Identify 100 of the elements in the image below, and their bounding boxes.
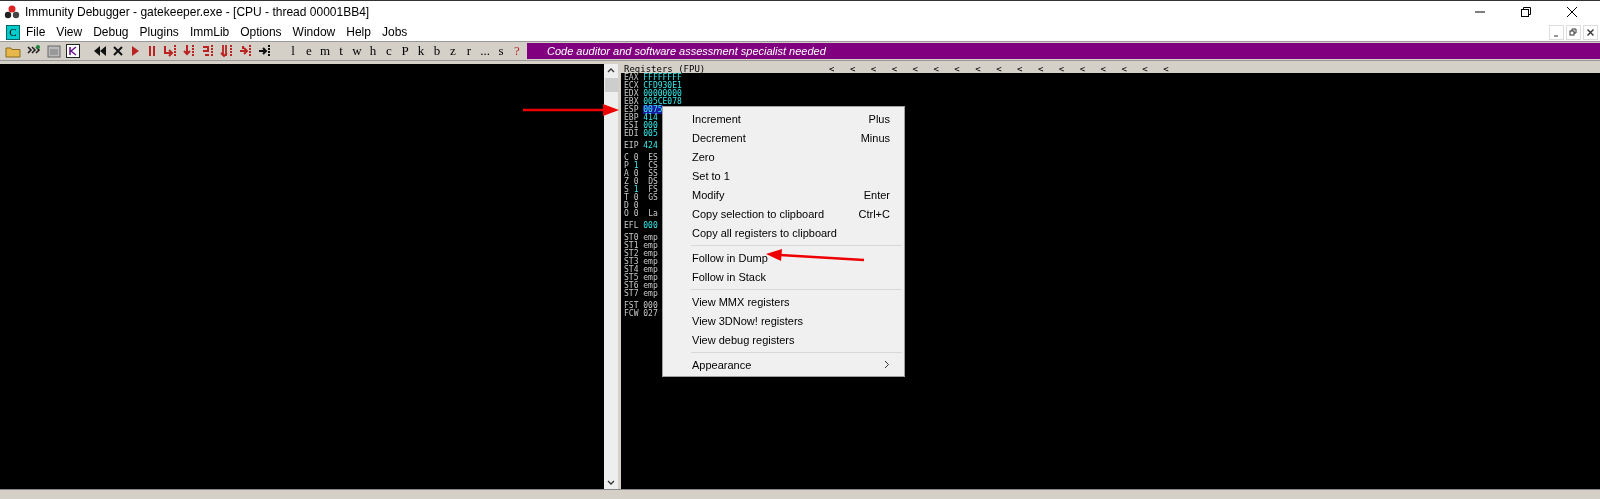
context-menu-item[interactable]: Follow in Stack <box>663 267 904 286</box>
toolbar-letter-button[interactable]: t <box>333 43 349 59</box>
collapse-button[interactable]: < <box>1037 63 1059 74</box>
step-into-icon[interactable] <box>163 44 177 58</box>
child-restore-button[interactable] <box>1566 24 1581 40</box>
collapse-button[interactable]: < <box>1121 63 1143 74</box>
register-name: ESI <box>624 121 639 130</box>
toolbar-letter-button[interactable]: h <box>365 43 381 59</box>
register-value[interactable]: 000 <box>643 121 658 130</box>
toolbar-letter-button[interactable]: P <box>397 43 413 59</box>
play-icon[interactable] <box>129 45 141 57</box>
go-to-icon[interactable] <box>258 44 272 58</box>
toolbar-letter-button[interactable]: l <box>285 43 301 59</box>
collapse-button[interactable]: < <box>1017 63 1038 74</box>
context-menu-item[interactable]: Appearance <box>663 355 904 374</box>
toolbar-letter-button[interactable]: s <box>493 43 509 59</box>
context-menu-item[interactable]: View 3DNow! registers <box>663 311 904 330</box>
register-value[interactable]: 414 <box>643 113 658 122</box>
menu-item[interactable]: ImmLib <box>189 25 230 39</box>
window-icon[interactable] <box>47 44 61 58</box>
toolbar-letter-button[interactable]: b <box>429 43 445 59</box>
collapse-button[interactable]: < <box>829 63 850 74</box>
toolbar-letter-button[interactable]: z <box>445 43 461 59</box>
context-menu-item[interactable]: Modify Enter <box>663 185 904 204</box>
context-menu-item[interactable]: Copy selection to clipboard Ctrl+C <box>663 204 904 223</box>
step-over-icon[interactable] <box>182 44 196 58</box>
context-menu-item[interactable]: Increment Plus <box>663 109 904 128</box>
toolbar-letter-button[interactable]: e <box>301 43 317 59</box>
shortcut-text: Enter <box>863 188 890 201</box>
collapse-button[interactable]: < <box>975 63 997 74</box>
register-value: emp <box>643 281 658 290</box>
pause-icon[interactable] <box>146 45 158 57</box>
menu-item[interactable]: Debug <box>93 25 129 39</box>
menu-item[interactable]: Window <box>292 25 336 39</box>
execute-till-return-icon[interactable] <box>239 44 253 58</box>
register-value[interactable]: 0075 <box>643 105 663 114</box>
register-name: FCW <box>624 309 639 318</box>
toolbar-letter-button[interactable]: r <box>461 43 477 59</box>
rewind-icon[interactable] <box>93 45 107 57</box>
context-menu-item[interactable]: Zero <box>663 147 904 166</box>
toolbar-letter-button[interactable]: ... <box>477 43 493 59</box>
menu-item[interactable]: Jobs <box>381 25 408 39</box>
flag-value: 0 <box>633 209 639 218</box>
collapse-button[interactable]: < <box>996 63 1017 74</box>
collapse-button[interactable]: < <box>954 63 976 74</box>
collapse-button[interactable]: < <box>933 63 955 74</box>
collapse-button[interactable]: < <box>1058 63 1080 74</box>
register-value[interactable]: 005CE078 <box>643 97 682 106</box>
toolbar-letter-button[interactable]: ? <box>509 43 525 59</box>
collapse-button[interactable]: < <box>912 63 934 74</box>
menu-item[interactable]: Help <box>346 25 371 39</box>
collapse-button[interactable]: < <box>1163 63 1185 74</box>
register-value[interactable]: 00000000 <box>643 89 682 98</box>
collapse-button[interactable]: < <box>870 63 892 74</box>
flag-name: C <box>624 153 629 162</box>
context-menu-item[interactable]: Set to 1 <box>663 166 904 185</box>
folder-icon[interactable] <box>5 44 21 58</box>
context-menu-item[interactable]: Copy all registers to clipboard <box>663 223 904 242</box>
segment-name: FS <box>648 185 658 194</box>
context-menu-item[interactable]: View MMX registers <box>663 292 904 311</box>
toolbar-letter-button[interactable]: m <box>317 43 333 59</box>
trace-over-icon[interactable] <box>220 44 234 58</box>
scrollbar[interactable] <box>604 64 618 489</box>
context-menu-item[interactable]: View debug registers <box>663 330 904 349</box>
cpu-window-badge[interactable]: C <box>6 24 20 40</box>
toolbar-letter-button[interactable]: w <box>349 43 365 59</box>
menu-item[interactable]: Plugins <box>139 25 179 39</box>
pane-title: Registers (FPU) <box>624 63 707 74</box>
register-value[interactable]: 005 <box>643 129 658 138</box>
menu-item[interactable]: View <box>56 25 83 39</box>
register-name: FST <box>624 301 639 310</box>
scroll-thumb[interactable] <box>604 78 618 92</box>
menu-item[interactable]: File <box>26 25 46 39</box>
register-name: ST6 <box>624 281 639 290</box>
collapse-button[interactable]: < <box>1079 63 1101 74</box>
context-menu-item[interactable]: Follow in Dump <box>663 248 904 267</box>
collapse-button[interactable]: < <box>891 63 913 74</box>
register-value: emp <box>643 265 658 274</box>
close-icon[interactable] <box>1566 6 1578 18</box>
child-minimize-button[interactable] <box>1549 24 1564 40</box>
toolbar-letter-button[interactable]: c <box>381 43 397 59</box>
trace-into-icon[interactable] <box>201 44 215 58</box>
app-icon <box>4 5 20 19</box>
segment-name: SS <box>648 169 658 178</box>
segment-name: CS <box>648 161 658 170</box>
child-close-button[interactable] <box>1583 24 1598 40</box>
context-menu-item[interactable]: Decrement Minus <box>663 128 904 147</box>
menu-item[interactable]: Options <box>240 25 282 39</box>
register-name: EAX <box>624 73 639 82</box>
register-value[interactable]: CFD930E1 <box>643 81 682 90</box>
register-value[interactable]: FFFFFFFF <box>643 73 682 82</box>
close-icon[interactable] <box>112 45 124 57</box>
register-name: ST2 <box>624 249 639 258</box>
register-name: ST1 <box>624 241 639 250</box>
register-name: ECX <box>624 81 639 90</box>
restore-icon[interactable] <box>1520 6 1532 18</box>
collapse-button[interactable]: < <box>849 63 871 74</box>
collapse-button[interactable]: < <box>1100 63 1122 74</box>
collapse-button[interactable]: < <box>1142 63 1164 74</box>
toolbar-letter-button[interactable]: k <box>413 43 429 59</box>
